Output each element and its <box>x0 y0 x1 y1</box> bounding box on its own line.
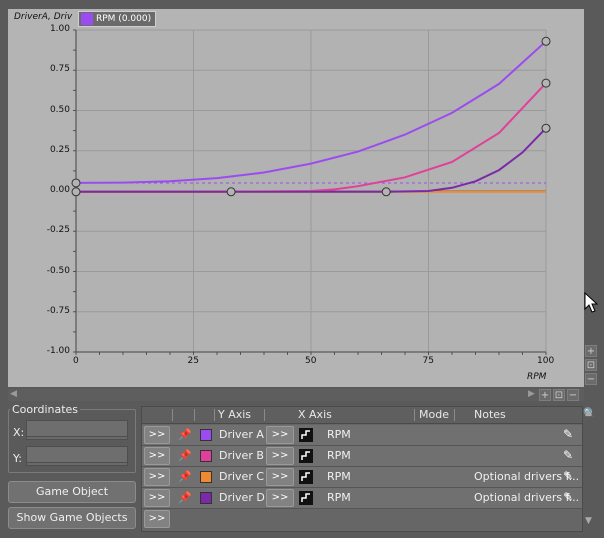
y-tick-label: -0.25 <box>46 225 70 236</box>
x-axis-name: RPM <box>527 372 547 382</box>
curve-type-icon[interactable] <box>299 491 313 505</box>
x-axis-value: RPM <box>327 470 351 483</box>
y-tick-label: 0.25 <box>49 144 70 155</box>
fit-horizontal-button[interactable]: ⊡ <box>553 389 565 401</box>
curve-type-icon[interactable] <box>299 449 313 463</box>
table-row[interactable]: >> 📌 Driver D >> RPM Optional drivers f.… <box>142 488 582 509</box>
x-axis-expand-button[interactable]: >> <box>266 468 294 486</box>
keyframe-point <box>71 187 81 197</box>
edit-pencil-icon[interactable]: ✎ <box>563 427 573 441</box>
expand-row-button[interactable]: >> <box>144 468 170 486</box>
table-header: Y Axis X Axis Mode Notes 🔍 <box>142 407 597 424</box>
pin-icon[interactable]: 📌 <box>178 428 192 441</box>
add-driver-button[interactable]: >> <box>144 510 170 528</box>
driver-color-swatch[interactable] <box>200 471 212 483</box>
keyframe-point <box>71 178 81 188</box>
keyframe-point <box>226 187 236 197</box>
edit-pencil-icon[interactable]: ✎ <box>563 490 573 504</box>
keyframe-point <box>541 78 551 88</box>
driver-name: Driver C <box>219 470 265 483</box>
zoom-out-horizontal-button[interactable]: − <box>567 389 579 401</box>
expand-row-button[interactable]: >> <box>144 447 170 465</box>
coordinates-title: Coordinates <box>10 403 81 416</box>
x-axis-expand-button[interactable]: >> <box>266 426 294 444</box>
x-axis-value: RPM <box>327 491 351 504</box>
plot-title: DriverA, Driv <box>14 12 73 22</box>
driver-color-swatch[interactable] <box>200 429 212 441</box>
x-tick-label: 100 <box>537 356 555 366</box>
horizontal-scrollbar[interactable]: ◀ ▶ + ⊡ − <box>8 389 584 401</box>
x-axis-value: RPM <box>327 428 351 441</box>
fit-vertical-button[interactable]: ⊡ <box>585 359 597 371</box>
game-object-explorer-button[interactable]: Game Object Explorer... <box>8 481 136 518</box>
zoom-in-horizontal-button[interactable]: + <box>539 389 551 401</box>
header-x-axis: X Axis <box>298 408 332 421</box>
edit-pencil-icon[interactable]: ✎ <box>563 469 573 483</box>
x-axis-value: RPM <box>327 449 351 462</box>
x-tick-label: 0 <box>73 356 79 366</box>
table-row[interactable]: >> 📌 Driver C >> RPM Optional drivers f.… <box>142 467 582 488</box>
x-coord-label: X: <box>13 426 25 439</box>
y-coord-label: Y: <box>13 452 22 465</box>
keyframe-point <box>541 123 551 133</box>
driver-color-swatch[interactable] <box>200 450 212 462</box>
tooltip-swatch <box>81 13 93 25</box>
curve-type-icon[interactable] <box>299 428 313 442</box>
mouse-cursor-icon <box>584 292 598 313</box>
x-tick-label: 75 <box>422 356 434 366</box>
scroll-down-icon[interactable]: ▼ <box>585 516 592 526</box>
pin-icon[interactable]: 📌 <box>178 491 192 504</box>
table-row[interactable]: >> 📌 Driver A >> RPM ✎ <box>142 425 582 446</box>
expand-row-button[interactable]: >> <box>144 426 170 444</box>
header-mode: Mode <box>419 408 449 421</box>
keyframe-point <box>381 187 391 197</box>
y-tick-label: 0.00 <box>49 185 70 195</box>
y-coord-slider[interactable] <box>26 462 128 466</box>
curve-plot[interactable]: DriverA, Driv RPM (0.000) RPM 1.00 0.75 0.… <box>8 9 584 387</box>
y-tick-label: -0.50 <box>46 265 70 276</box>
header-y-axis: Y Axis <box>218 408 252 421</box>
driver-name: Driver B <box>219 449 264 462</box>
zoom-in-vertical-button[interactable]: + <box>585 345 597 357</box>
value-tooltip: RPM (0.000) <box>78 11 157 27</box>
plot-canvas[interactable] <box>8 9 584 387</box>
expand-row-button[interactable]: >> <box>144 489 170 507</box>
x-tick-label: 50 <box>305 356 317 366</box>
pin-icon[interactable]: 📌 <box>178 470 192 483</box>
show-game-objects-button[interactable]: Show Game Objects <box>8 507 136 529</box>
driver-color-swatch[interactable] <box>200 492 212 504</box>
pin-icon[interactable]: 📌 <box>178 449 192 462</box>
scroll-right-icon[interactable]: ▶ <box>528 389 535 399</box>
keyframe-point <box>541 36 551 46</box>
x-coord-slider[interactable] <box>26 436 128 440</box>
curve-type-icon[interactable] <box>299 470 313 484</box>
y-tick-label: -0.75 <box>46 305 70 316</box>
zoom-out-vertical-button[interactable]: − <box>585 373 597 385</box>
edit-pencil-icon[interactable]: ✎ <box>563 448 573 462</box>
driver-name: Driver A <box>219 428 264 441</box>
x-axis-expand-button[interactable]: >> <box>266 447 294 465</box>
y-tick-label: 0.75 <box>49 64 70 75</box>
driver-name: Driver D <box>219 491 265 504</box>
driver-table: Y Axis X Axis Mode Notes 🔍 >> 📌 Driver A… <box>141 406 597 532</box>
scroll-left-icon[interactable]: ◀ <box>10 389 17 399</box>
y-tick-label: -1.00 <box>46 346 70 356</box>
header-notes: Notes <box>474 408 506 421</box>
scroll-up-icon[interactable]: ▲ <box>585 408 592 418</box>
table-add-row: >> <box>142 509 582 529</box>
y-tick-label: 1.00 <box>49 24 70 34</box>
tooltip-label: RPM (0.000) <box>96 14 152 24</box>
x-axis-expand-button[interactable]: >> <box>266 489 294 507</box>
table-row[interactable]: >> 📌 Driver B >> RPM ✎ <box>142 446 582 467</box>
x-tick-label: 25 <box>187 356 199 366</box>
y-tick-label: 0.50 <box>49 104 70 115</box>
